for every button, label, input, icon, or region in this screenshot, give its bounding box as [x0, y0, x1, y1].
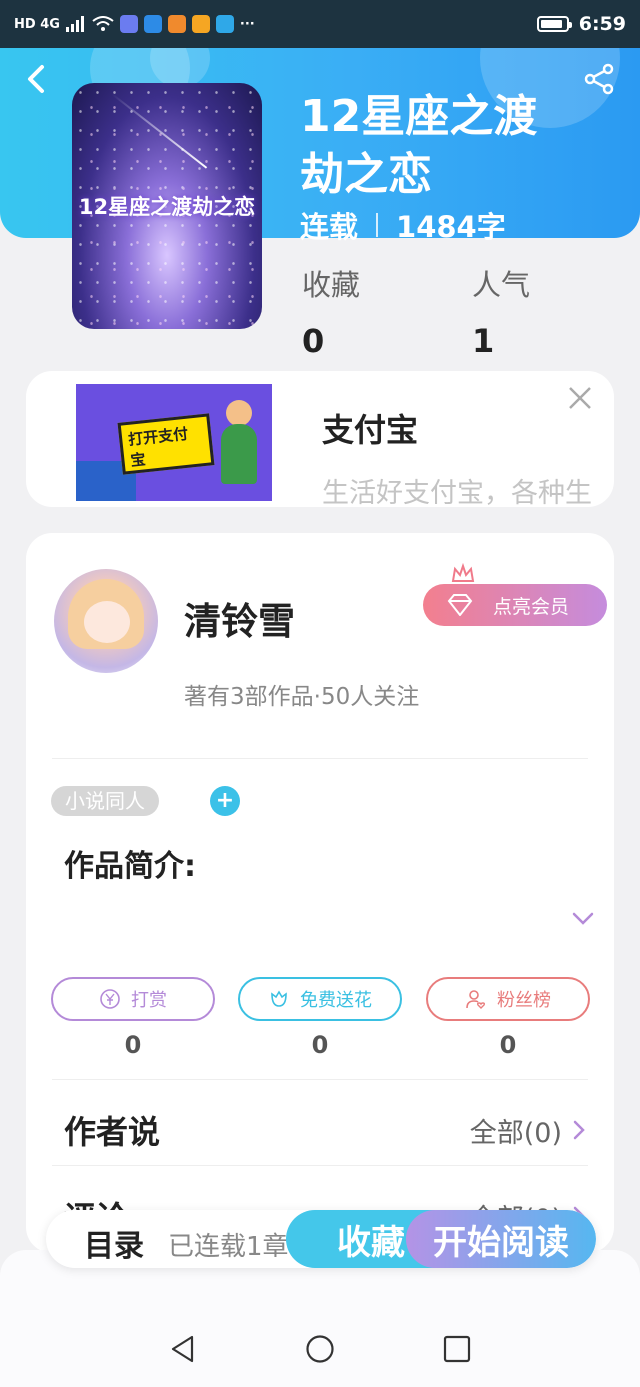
word-count: 1484字 — [396, 210, 506, 244]
cover-title: 12星座之渡劫之恋 — [78, 195, 256, 219]
back-arrow-icon[interactable] — [20, 62, 54, 96]
system-nav-bar — [0, 1250, 640, 1387]
start-reading-button[interactable]: 开始阅读 — [406, 1210, 596, 1268]
network-indicator: HD 4G — [14, 16, 60, 32]
ad-image: 打开支付宝 — [76, 384, 272, 501]
share-icon[interactable] — [582, 62, 616, 96]
status-left: HD 4G ··· — [14, 15, 255, 33]
intro-label: 作品简介: — [64, 849, 196, 884]
book-title: 12星座之渡 劫之恋 — [300, 88, 620, 204]
close-icon[interactable] — [566, 384, 594, 412]
genre-tag[interactable]: 小说同人 — [51, 786, 159, 816]
serial-status: 连载 — [300, 210, 359, 244]
book-title-line-1: 12星座之渡 — [300, 91, 538, 142]
tip-count: 0 — [124, 1031, 142, 1059]
author-says-row[interactable]: 作者说 全部(0) — [64, 1107, 586, 1153]
stat-popularity: 人气 1 — [472, 262, 530, 360]
music-app-icon — [119, 15, 138, 33]
fan-ranking-button[interactable]: 粉丝榜 — [426, 977, 590, 1021]
author-card: 清铃雪 点亮会员 著有3部作品·50人关注 小说同人 + 作品简介: 打赏 免费… — [26, 533, 614, 1253]
video-app-icon — [191, 15, 210, 33]
author-avatar[interactable] — [54, 569, 158, 673]
ad-description: 生活好支付宝，各种生 — [322, 478, 592, 507]
nav-back-icon[interactable] — [168, 1334, 198, 1364]
send-flower-label: 免费送花 — [300, 990, 372, 1011]
book-title-line-2: 劫之恋 — [300, 149, 432, 200]
flower-count: 0 — [311, 1031, 329, 1059]
author-name[interactable]: 清铃雪 — [184, 591, 295, 645]
ad-banner[interactable]: 打开支付宝 支付宝 生活好支付宝，各种生 — [26, 371, 614, 507]
stat-label: 人气 — [472, 268, 531, 302]
nav-recents-icon[interactable] — [442, 1334, 472, 1364]
directory-button[interactable]: 目录 — [84, 1221, 144, 1265]
search-app-icon — [215, 15, 234, 33]
author-says-count: 全部(0) — [469, 1117, 562, 1149]
book-meta: 连载 1484字 — [300, 204, 506, 246]
crown-icon — [451, 563, 475, 582]
user-heart-icon — [466, 990, 486, 1009]
wifi-icon — [92, 16, 114, 31]
health-app-icon — [167, 15, 186, 33]
stat-value: 0 — [302, 322, 325, 360]
ad-title: 支付宝 — [322, 411, 419, 449]
chevron-right-icon — [573, 1120, 585, 1140]
signal-icon — [65, 16, 84, 32]
diamond-icon — [447, 594, 473, 616]
flower-icon — [271, 990, 287, 1007]
yen-coin-icon — [100, 989, 120, 1009]
bottom-action-bar: 目录 已连载1章 收藏 开始阅读 — [46, 1210, 596, 1268]
status-right: 6:59 — [536, 13, 626, 35]
book-cover[interactable]: 12星座之渡劫之恋 — [72, 83, 262, 329]
stat-label: 收藏 — [302, 268, 361, 302]
stat-favorites: 收藏 0 — [302, 262, 360, 360]
more-notifications: ··· — [239, 16, 255, 32]
ad-image-sign: 打开支付宝 — [117, 413, 215, 475]
send-flower-button[interactable]: 免费送花 — [238, 977, 402, 1021]
nav-home-icon[interactable] — [305, 1334, 335, 1364]
chapter-progress: 已连载1章 — [168, 1232, 289, 1262]
add-tag-button[interactable]: + — [210, 786, 240, 816]
vip-button[interactable]: 点亮会员 — [423, 584, 607, 626]
fan-ranking-label: 粉丝榜 — [497, 990, 551, 1011]
vip-label: 点亮会员 — [493, 595, 570, 618]
clock: 6:59 — [578, 13, 626, 35]
status-bar: HD 4G ··· 6:59 — [0, 0, 640, 48]
author-says-label: 作者说 — [64, 1113, 161, 1151]
author-says-more[interactable]: 全部(0) — [470, 1111, 586, 1150]
tip-button[interactable]: 打赏 — [51, 977, 215, 1021]
fan-count: 0 — [499, 1031, 517, 1059]
tip-label: 打赏 — [131, 990, 167, 1011]
author-stats: 著有3部作品·50人关注 — [184, 684, 420, 710]
weather-app-icon — [143, 15, 162, 33]
battery-icon — [536, 16, 572, 32]
stat-value: 1 — [472, 322, 495, 360]
chevron-down-icon[interactable] — [570, 905, 596, 931]
